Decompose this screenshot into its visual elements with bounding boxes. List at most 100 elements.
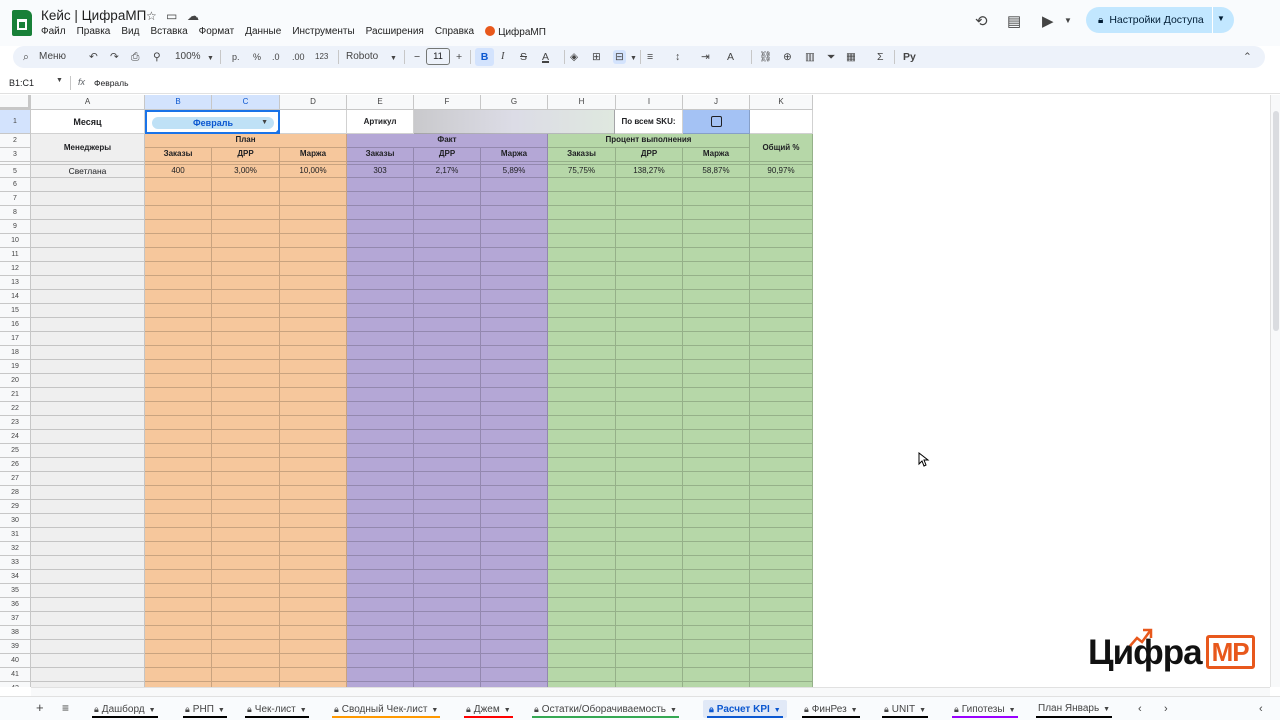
cell-e22[interactable]	[347, 402, 414, 416]
cell-g16[interactable]	[481, 318, 548, 332]
cell-k25[interactable]	[750, 444, 813, 458]
row-header-41[interactable]: 41	[0, 668, 31, 682]
cell-h40[interactable]	[548, 654, 616, 668]
column-header-e[interactable]: E	[347, 95, 414, 110]
cell-i31[interactable]	[616, 528, 683, 542]
cell-c33[interactable]	[212, 556, 280, 570]
insert-link-icon[interactable]: ⛓	[759, 50, 772, 64]
cell-h37[interactable]	[548, 612, 616, 626]
cell-j35[interactable]	[683, 584, 750, 598]
cell-b23[interactable]	[145, 416, 212, 430]
cell-a31[interactable]	[31, 528, 145, 542]
cell-c15[interactable]	[212, 304, 280, 318]
cell-e10[interactable]	[347, 234, 414, 248]
borders-icon[interactable]: ⊞	[592, 50, 601, 64]
cell-a10[interactable]	[31, 234, 145, 248]
row-header-37[interactable]: 37	[0, 612, 31, 626]
row-header-12[interactable]: 12	[0, 262, 31, 276]
cell-a6[interactable]	[31, 178, 145, 192]
cell-a41[interactable]	[31, 668, 145, 682]
cell-d30[interactable]	[280, 514, 347, 528]
row-header-21[interactable]: 21	[0, 388, 31, 402]
document-title[interactable]: Кейс | ЦифраМП	[41, 8, 146, 23]
share-dropdown-icon[interactable]: ▼	[1217, 14, 1225, 23]
cell-f17[interactable]	[414, 332, 481, 346]
cell-j6[interactable]	[683, 178, 750, 192]
cell-c39[interactable]	[212, 640, 280, 654]
all-sku-cell[interactable]	[683, 110, 750, 134]
row-header-36[interactable]: 36	[0, 598, 31, 612]
cell-j9[interactable]	[683, 220, 750, 234]
cell-i16[interactable]	[616, 318, 683, 332]
cell-e24[interactable]	[347, 430, 414, 444]
cell-f12[interactable]	[414, 262, 481, 276]
cell-h41[interactable]	[548, 668, 616, 682]
row-header-3[interactable]: 3	[0, 148, 31, 162]
cell-i22[interactable]	[616, 402, 683, 416]
cell-j7[interactable]	[683, 192, 750, 206]
row-header-23[interactable]: 23	[0, 416, 31, 430]
cell-k36[interactable]	[750, 598, 813, 612]
undo-icon[interactable]: ↶	[89, 50, 98, 64]
cell-j17[interactable]	[683, 332, 750, 346]
cell-j34[interactable]	[683, 570, 750, 584]
cell-c29[interactable]	[212, 500, 280, 514]
cell-f18[interactable]	[414, 346, 481, 360]
cell-e7[interactable]	[347, 192, 414, 206]
zoom-dropdown-icon[interactable]: ▼	[207, 52, 214, 66]
plan-drr-header[interactable]: ДРР	[212, 148, 280, 162]
cell-d20[interactable]	[280, 374, 347, 388]
cell-b12[interactable]	[145, 262, 212, 276]
cell-h6[interactable]	[548, 178, 616, 192]
cell-e31[interactable]	[347, 528, 414, 542]
cell-i18[interactable]	[616, 346, 683, 360]
cell-b27[interactable]	[145, 472, 212, 486]
cell-a38[interactable]	[31, 626, 145, 640]
sheet-tab[interactable]: 🔒︎ Гипотезы ▼	[948, 700, 1022, 718]
cell-d28[interactable]	[280, 486, 347, 500]
cell-d40[interactable]	[280, 654, 347, 668]
cell-b37[interactable]	[145, 612, 212, 626]
percent-orders-header[interactable]: Заказы	[548, 148, 616, 162]
cell-g11[interactable]	[481, 248, 548, 262]
percent-margin-header[interactable]: Маржа	[683, 148, 750, 162]
cell-i21[interactable]	[616, 388, 683, 402]
horizontal-align-icon[interactable]: ≡	[647, 50, 653, 64]
cell-k14[interactable]	[750, 290, 813, 304]
row-header-17[interactable]: 17	[0, 332, 31, 346]
row-header-7[interactable]: 7	[0, 192, 31, 206]
cell-f21[interactable]	[414, 388, 481, 402]
cell-e29[interactable]	[347, 500, 414, 514]
cell-i38[interactable]	[616, 626, 683, 640]
tab-menu-icon[interactable]: ▼	[919, 707, 926, 714]
row-header-27[interactable]: 27	[0, 472, 31, 486]
cell-b40[interactable]	[145, 654, 212, 668]
search-menu-label[interactable]: Меню	[39, 50, 66, 64]
cell-d35[interactable]	[280, 584, 347, 598]
cell-e14[interactable]	[347, 290, 414, 304]
cell-i32[interactable]	[616, 542, 683, 556]
column-header-h[interactable]: H	[548, 95, 616, 110]
filter-icon[interactable]: ⏷	[827, 50, 835, 64]
cell-j13[interactable]	[683, 276, 750, 290]
cell-e19[interactable]	[347, 360, 414, 374]
cell-c12[interactable]	[212, 262, 280, 276]
cell-b39[interactable]	[145, 640, 212, 654]
functions-icon[interactable]: Σ	[877, 50, 884, 64]
cell-b29[interactable]	[145, 500, 212, 514]
cell-i28[interactable]	[616, 486, 683, 500]
cell-a39[interactable]	[31, 640, 145, 654]
cell-f23[interactable]	[414, 416, 481, 430]
menu-data[interactable]: Данные	[245, 26, 281, 38]
cell-k33[interactable]	[750, 556, 813, 570]
row-header-39[interactable]: 39	[0, 640, 31, 654]
cell-c20[interactable]	[212, 374, 280, 388]
cell-g36[interactable]	[481, 598, 548, 612]
cell-k40[interactable]	[750, 654, 813, 668]
cell-a24[interactable]	[31, 430, 145, 444]
cell-b31[interactable]	[145, 528, 212, 542]
cell-j24[interactable]	[683, 430, 750, 444]
font-size-decrease-icon[interactable]: −	[414, 50, 420, 64]
cell-d22[interactable]	[280, 402, 347, 416]
cell-g10[interactable]	[481, 234, 548, 248]
